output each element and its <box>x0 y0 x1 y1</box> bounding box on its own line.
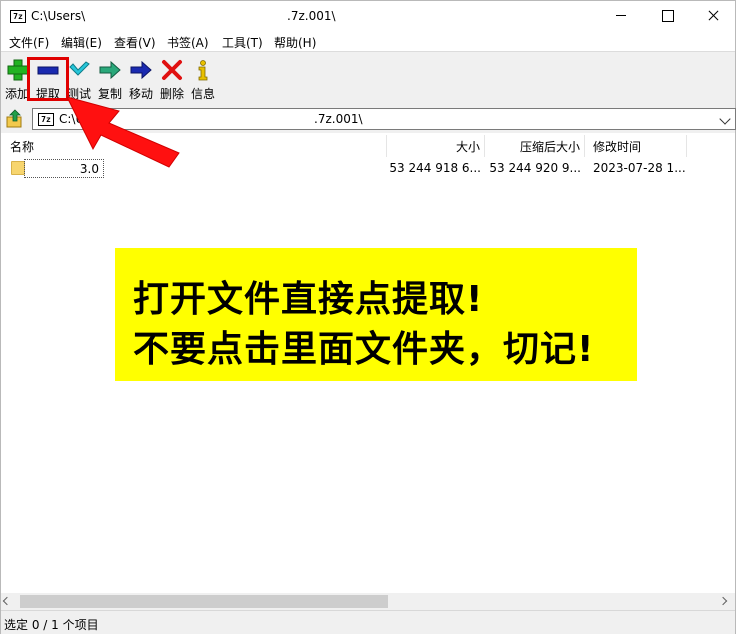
menu-bookmarks[interactable]: 书签(A) <box>167 34 209 51</box>
red-arrow-annotation <box>66 96 180 168</box>
folder-up-icon[interactable] <box>5 109 25 129</box>
minimize-button[interactable] <box>598 1 644 31</box>
folder-icon <box>11 161 25 175</box>
title-bar: 7z C:\Users\ .7z.001\ <box>1 1 735 31</box>
scroll-right-icon[interactable] <box>718 596 728 606</box>
status-bar: 选定 0 / 1 个项目 <box>1 610 735 634</box>
window-title-path: C:\Users\ <box>31 9 86 23</box>
copy-arrow-icon <box>99 60 121 80</box>
banner-line-1: 打开文件直接点提取! <box>133 279 484 320</box>
banner-line-2: 不要点击里面文件夹，切记! <box>133 329 595 370</box>
plus-icon <box>7 59 29 81</box>
checkmark-icon <box>69 61 90 76</box>
window-title-archive: .7z.001\ <box>287 9 336 23</box>
scroll-thumb[interactable] <box>20 595 388 608</box>
status-selection: 选定 0 / 1 个项目 <box>4 618 99 632</box>
archive-window: 7z C:\Users\ .7z.001\ 文件(F) 编辑(E) 查看(V) … <box>0 0 736 634</box>
close-button[interactable] <box>690 1 736 31</box>
scroll-left-icon[interactable] <box>2 596 12 606</box>
info-button[interactable]: 信息 <box>187 55 219 101</box>
menu-file[interactable]: 文件(F) <box>9 34 49 51</box>
menu-bar: 文件(F) 编辑(E) 查看(V) 书签(A) 工具(T) 帮助(H) <box>1 31 735 51</box>
menu-view[interactable]: 查看(V) <box>114 34 156 51</box>
archive-7z-icon: 7z <box>38 113 54 126</box>
chevron-down-icon[interactable] <box>719 113 731 125</box>
menu-help[interactable]: 帮助(H) <box>274 34 316 51</box>
row-size: 53 244 918 6... <box>389 161 481 175</box>
maximize-button[interactable] <box>644 1 690 31</box>
delete-x-icon <box>162 60 182 80</box>
row-packed-size: 53 244 920 9... <box>489 161 581 175</box>
path-archive: .7z.001\ <box>314 112 363 126</box>
horizontal-scrollbar[interactable] <box>1 593 735 610</box>
menu-tools[interactable]: 工具(T) <box>222 34 263 51</box>
column-header-name[interactable]: 名称 <box>1 135 387 157</box>
column-header-packed-size[interactable]: 压缩后大小 <box>485 135 585 157</box>
instruction-banner: 打开文件直接点提取! 不要点击里面文件夹，切记! <box>115 248 637 381</box>
app-7z-icon: 7z <box>10 10 26 23</box>
move-arrow-icon <box>130 60 152 80</box>
info-icon <box>198 60 208 81</box>
row-modified: 2023-07-28 1... <box>593 161 686 175</box>
column-header-size[interactable]: 大小 <box>387 135 485 157</box>
menu-edit[interactable]: 编辑(E) <box>61 34 102 51</box>
column-header-modified[interactable]: 修改时间 <box>585 135 687 157</box>
